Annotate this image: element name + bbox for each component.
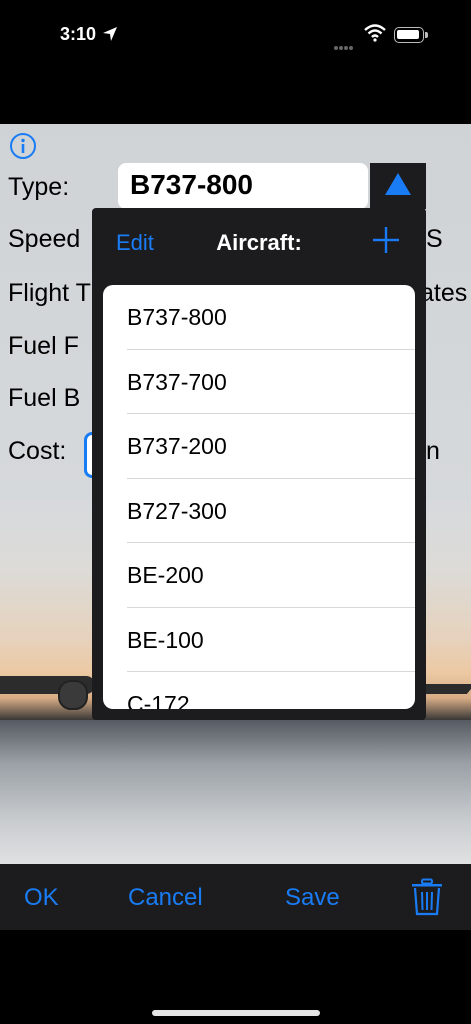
status-bar: 3:10 [0,0,471,70]
cancel-button[interactable]: Cancel [128,884,203,912]
home-indicator[interactable] [152,1010,320,1016]
edit-button[interactable]: Edit [116,230,154,256]
bottom-toolbar: OK Cancel Save [0,864,471,930]
trash-icon[interactable] [410,878,444,916]
background-ground [0,720,471,864]
location-arrow-icon [103,27,117,41]
cost-label: Cost: [8,437,67,465]
speed-label: Speed [8,225,81,253]
list-item[interactable]: B737-800 [103,285,415,350]
list-item[interactable]: B737-700 [103,350,415,415]
list-item[interactable]: B727-300 [103,479,415,544]
add-icon[interactable] [370,224,402,256]
cost-unit-label: n [426,437,440,465]
flight-unit-label: ates [420,279,468,307]
aircraft-list[interactable]: B737-800 B737-700 B737-200 B727-300 BE-2… [103,285,415,709]
save-button[interactable]: Save [285,884,340,912]
signal-icon [334,37,358,50]
speed-unit-label: S [426,225,443,253]
ok-button[interactable]: OK [24,884,59,912]
fuel-burn-label: Fuel B [8,384,81,412]
info-icon[interactable] [9,132,37,160]
airplane-engine [58,680,88,710]
list-item[interactable]: B737-200 [103,414,415,479]
list-item[interactable]: C-172 [103,672,415,709]
dropdown-toggle-button[interactable] [370,163,426,209]
list-item[interactable]: BE-100 [103,608,415,673]
aircraft-popover: Aircraft: Edit B737-800 B737-700 B737-20… [92,208,426,720]
flight-time-label: Flight T [8,279,91,307]
popover-header: Aircraft: Edit [92,208,426,274]
status-time: 3:10 [60,24,97,44]
type-field[interactable]: B737-800 [118,163,368,209]
list-item[interactable]: BE-200 [103,543,415,608]
type-label: Type: [8,173,70,201]
wifi-icon [364,24,386,42]
triangle-up-icon [385,173,411,195]
battery-icon [394,27,428,43]
fuel-flow-label: Fuel F [8,332,79,360]
